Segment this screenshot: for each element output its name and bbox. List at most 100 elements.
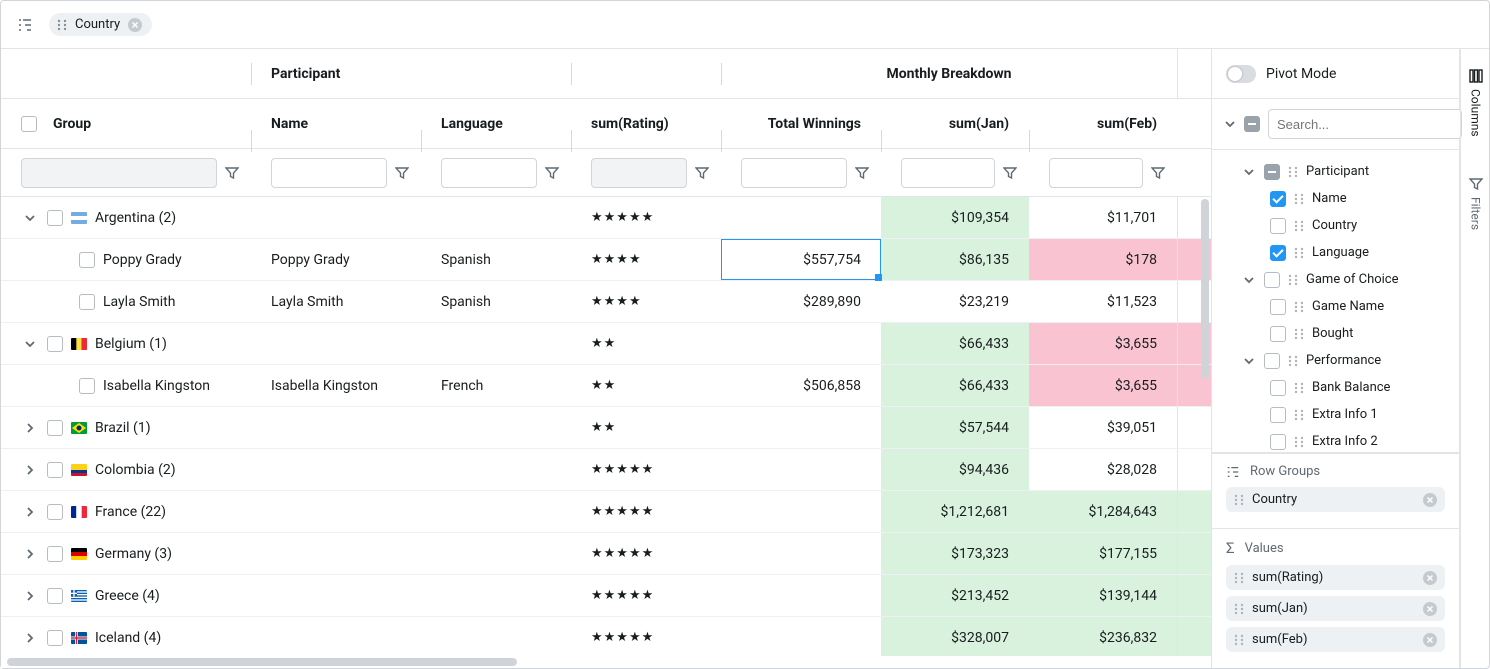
column-tree-group[interactable]: Game of Choice — [1212, 266, 1459, 293]
row-group-pill[interactable]: Country — [1226, 487, 1445, 512]
cell-total-winnings[interactable] — [721, 491, 881, 532]
cell-name[interactable]: Poppy Grady — [251, 239, 421, 280]
row-checkbox[interactable] — [47, 420, 63, 436]
column-tree-item[interactable]: Language — [1212, 239, 1459, 266]
filter-icon[interactable] — [855, 166, 869, 180]
header-group-participant[interactable]: Participant — [251, 49, 571, 98]
cell-feb[interactable]: $39,051 — [1029, 407, 1177, 448]
filter-input-name[interactable] — [271, 158, 387, 188]
cell-language[interactable] — [421, 407, 571, 448]
cell-feb[interactable]: $11,701 — [1029, 197, 1177, 238]
remove-pill-icon[interactable] — [1423, 633, 1437, 647]
cell-name[interactable] — [251, 449, 421, 490]
chevron-right-icon[interactable] — [21, 548, 39, 560]
cell-jan[interactable]: $66,433 — [881, 365, 1029, 406]
chevron-right-icon[interactable] — [21, 632, 39, 644]
cell-name[interactable] — [251, 407, 421, 448]
chevron-right-icon[interactable] — [21, 464, 39, 476]
row-checkbox[interactable] — [47, 336, 63, 352]
table-row[interactable]: France (22)★★★★★$1,212,681$1,284,643 — [1, 491, 1211, 533]
cell-feb[interactable]: $3,655 — [1029, 365, 1177, 406]
cell-total-winnings[interactable] — [721, 197, 881, 238]
horizontal-scrollbar[interactable] — [1, 656, 1211, 668]
drag-handle-icon[interactable] — [1288, 274, 1298, 286]
drag-handle-icon[interactable] — [1294, 409, 1304, 421]
drag-handle-icon[interactable] — [1288, 166, 1298, 178]
vertical-scrollbar[interactable] — [1201, 199, 1209, 379]
filter-input-language[interactable] — [441, 158, 537, 188]
cell-rating[interactable]: ★★★★★ — [571, 197, 721, 238]
cell-name[interactable] — [251, 491, 421, 532]
column-visibility-checkbox[interactable] — [1270, 434, 1286, 450]
cell-jan[interactable]: $1,212,681 — [881, 491, 1029, 532]
column-tree-item[interactable]: Extra Info 1 — [1212, 401, 1459, 428]
row-checkbox[interactable] — [47, 210, 63, 226]
cell-name[interactable] — [251, 533, 421, 574]
cell-rating[interactable]: ★★ — [571, 365, 721, 406]
row-checkbox[interactable] — [47, 504, 63, 520]
column-search-input[interactable] — [1268, 109, 1462, 139]
table-row[interactable]: Greece (4)★★★★★$213,452$139,144 — [1, 575, 1211, 617]
cell-name[interactable]: Isabella Kingston — [251, 365, 421, 406]
table-row[interactable]: Poppy GradyPoppy GradySpanish★★★★$557,75… — [1, 239, 1211, 281]
cell-rating[interactable]: ★★ — [571, 323, 721, 364]
remove-pill-icon[interactable] — [1423, 602, 1437, 616]
filter-icon[interactable] — [1151, 166, 1165, 180]
cell-feb[interactable]: $1,284,643 — [1029, 491, 1177, 532]
column-visibility-checkbox[interactable] — [1264, 164, 1280, 180]
row-checkbox[interactable] — [79, 378, 95, 394]
row-checkbox[interactable] — [47, 462, 63, 478]
cell-rating[interactable]: ★★★★ — [571, 239, 721, 280]
cell-name[interactable] — [251, 575, 421, 616]
cell-jan[interactable]: $94,436 — [881, 449, 1029, 490]
cell-total-winnings[interactable] — [721, 617, 881, 656]
cell-name[interactable]: Layla Smith — [251, 281, 421, 322]
drag-handle-icon[interactable] — [1294, 328, 1304, 340]
cell-feb[interactable]: $28,028 — [1029, 449, 1177, 490]
cell-total-winnings[interactable] — [721, 407, 881, 448]
filter-icon[interactable] — [545, 166, 559, 180]
column-tree-item[interactable]: Game Name — [1212, 293, 1459, 320]
cell-name[interactable] — [251, 197, 421, 238]
cell-rating[interactable]: ★★★★★ — [571, 491, 721, 532]
cell-jan[interactable]: $86,135 — [881, 239, 1029, 280]
chevron-down-icon[interactable] — [21, 338, 39, 350]
remove-pill-icon[interactable] — [1423, 493, 1437, 507]
cell-feb[interactable]: $178 — [1029, 239, 1177, 280]
column-visibility-checkbox[interactable] — [1270, 191, 1286, 207]
filter-input-feb[interactable] — [1049, 158, 1143, 188]
column-tree-item[interactable]: Country — [1212, 212, 1459, 239]
cell-total-winnings[interactable] — [721, 449, 881, 490]
column-tree-item[interactable]: Bought — [1212, 320, 1459, 347]
column-tree-item[interactable]: Extra Info 2 — [1212, 428, 1459, 453]
cell-language[interactable] — [421, 575, 571, 616]
cell-feb[interactable]: $3,655 — [1029, 323, 1177, 364]
cell-language[interactable] — [421, 197, 571, 238]
chevron-right-icon[interactable] — [21, 590, 39, 602]
table-row[interactable]: Isabella KingstonIsabella KingstonFrench… — [1, 365, 1211, 407]
cell-language[interactable]: Spanish — [421, 239, 571, 280]
cell-rating[interactable]: ★★★★ — [571, 281, 721, 322]
cell-language[interactable] — [421, 617, 571, 656]
table-row[interactable]: Germany (3)★★★★★$173,323$177,155 — [1, 533, 1211, 575]
chevron-down-icon[interactable] — [1242, 355, 1256, 367]
cell-jan[interactable]: $173,323 — [881, 533, 1029, 574]
chevron-right-icon[interactable] — [21, 506, 39, 518]
column-header-language[interactable]: Language — [421, 116, 571, 132]
pivot-mode-toggle[interactable] — [1226, 65, 1256, 83]
cell-jan[interactable]: $57,544 — [881, 407, 1029, 448]
column-header-jan[interactable]: sum(Jan) — [881, 116, 1029, 132]
value-pill[interactable]: sum(Jan) — [1226, 596, 1445, 621]
row-checkbox[interactable] — [47, 630, 63, 646]
table-row[interactable]: Brazil (1)★★$57,544$39,051 — [1, 407, 1211, 449]
column-visibility-checkbox[interactable] — [1270, 299, 1286, 315]
column-header-total[interactable]: Total Winnings — [721, 116, 881, 132]
cell-rating[interactable]: ★★★★★ — [571, 449, 721, 490]
column-header-name[interactable]: Name — [251, 116, 421, 132]
cell-rating[interactable]: ★★ — [571, 407, 721, 448]
row-checkbox[interactable] — [79, 294, 95, 310]
filter-icon[interactable] — [395, 166, 409, 180]
remove-pill-icon[interactable] — [1423, 571, 1437, 585]
drag-handle-icon[interactable] — [1294, 436, 1304, 448]
cell-rating[interactable]: ★★★★★ — [571, 533, 721, 574]
